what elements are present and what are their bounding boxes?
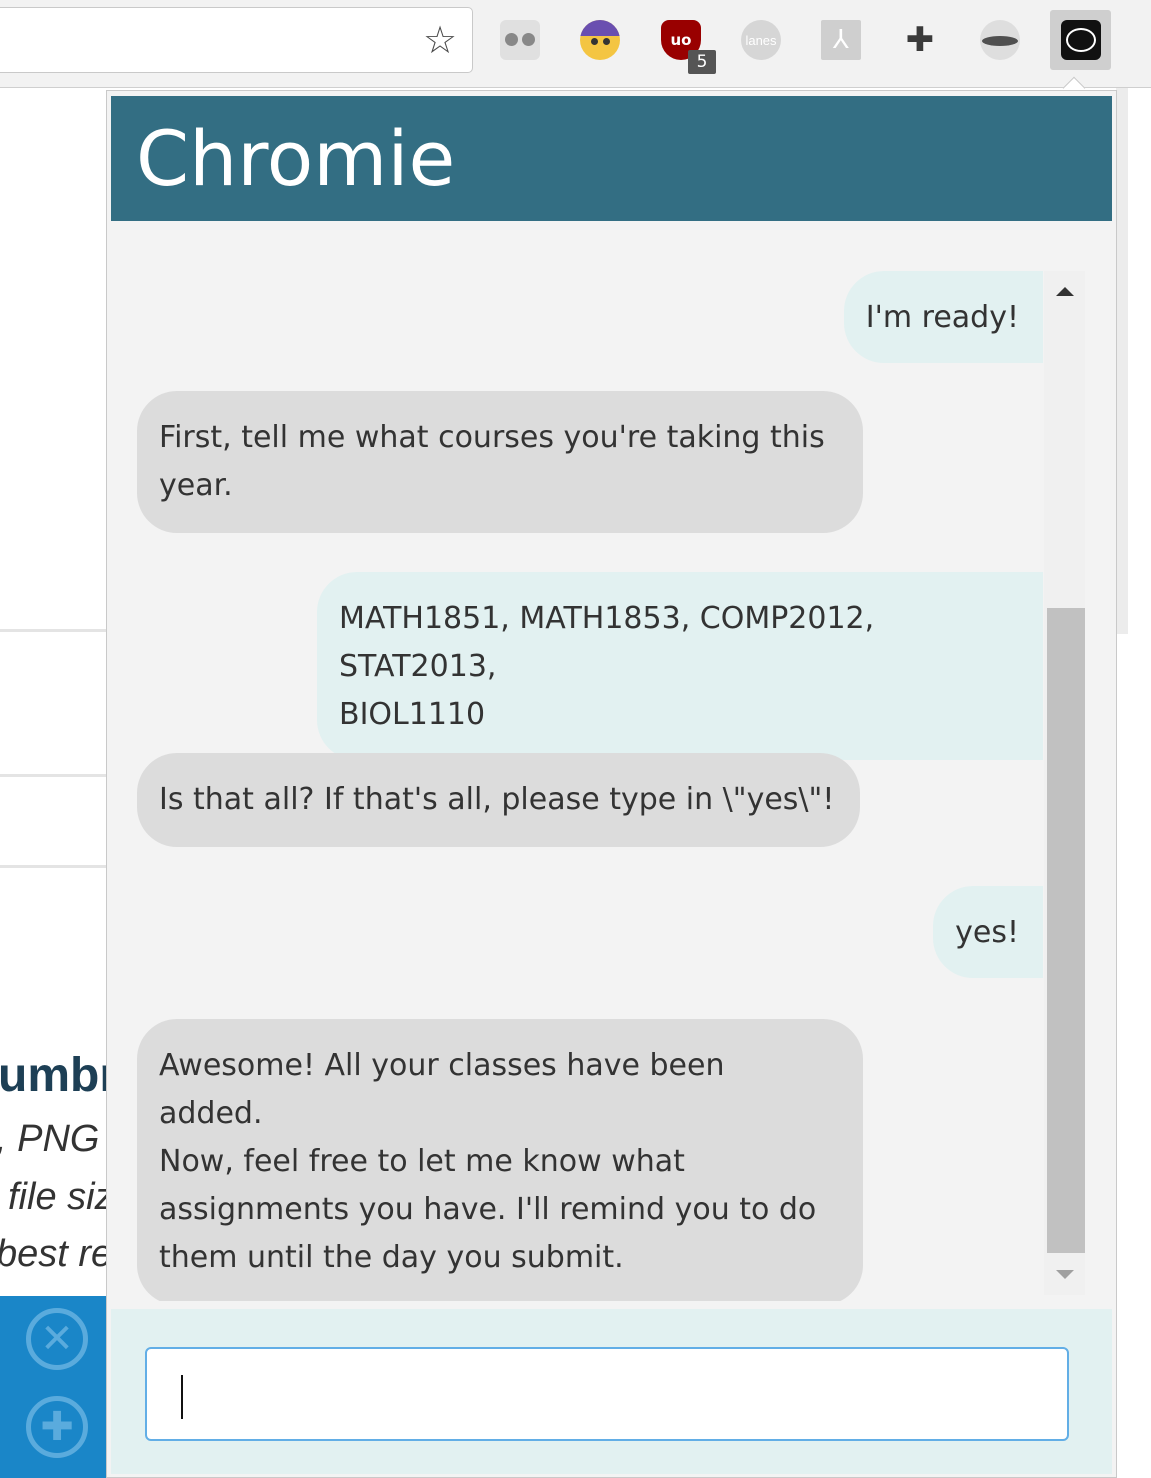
chat-input-area: [111, 1309, 1112, 1474]
scrollbar-thumb[interactable]: [1047, 608, 1085, 1253]
page-text-fragment: file siz: [8, 1176, 114, 1218]
text-cursor: [181, 1375, 183, 1419]
puzzle-extension-icon[interactable]: ✚: [900, 20, 940, 60]
star-icon[interactable]: ☆: [420, 20, 460, 60]
browser-toolbar: ☆ uo 5 lanes ⅄ ✚: [0, 0, 1151, 88]
chat-extension-icon[interactable]: [1050, 10, 1111, 70]
ublock-badge-count: 5: [688, 50, 716, 74]
smiley-extension-icon[interactable]: [580, 20, 620, 60]
crossed-tools-icon: ✕: [26, 1308, 88, 1370]
scroll-down-arrow-icon[interactable]: [1056, 1270, 1074, 1279]
user-message: yes!: [933, 886, 1043, 978]
address-bar[interactable]: [0, 7, 473, 73]
scroll-up-arrow-icon[interactable]: [1056, 287, 1074, 296]
divider: [0, 774, 110, 777]
message-list[interactable]: I'm ready! First, tell me what courses y…: [111, 271, 1043, 1301]
divider: [0, 629, 110, 632]
page-heading-fragment: umbr: [0, 1049, 118, 1102]
lanes-extension-icon[interactable]: lanes: [741, 20, 781, 60]
chat-title: Chromie: [136, 114, 456, 203]
bot-message: Awesome! All your classes have been adde…: [137, 1019, 863, 1301]
ghost-extension-icon[interactable]: [500, 20, 540, 60]
chat-input[interactable]: [145, 1347, 1069, 1441]
bot-message: First, tell me what courses you're takin…: [137, 391, 863, 533]
lanes-label: lanes: [745, 32, 777, 48]
user-message: I'm ready!: [843, 271, 1043, 363]
page-text-fragment: best re: [0, 1233, 113, 1275]
page-banner: ✕ ✚: [0, 1296, 110, 1478]
page-text-fragment: , PNG: [0, 1118, 100, 1160]
divider: [0, 865, 110, 868]
chat-header: Chromie: [111, 96, 1112, 221]
plus-tools-icon: ✚: [26, 1396, 88, 1458]
user-message: MATH1851, MATH1853, COMP2012, STAT2013, …: [317, 572, 1043, 760]
pdf-extension-icon[interactable]: ⅄: [821, 20, 861, 60]
page-edge: [1116, 88, 1128, 634]
mask-extension-icon[interactable]: [980, 20, 1020, 60]
message-scrollbar[interactable]: [1044, 271, 1085, 1295]
ublock-label: uo: [670, 31, 692, 49]
chromie-popup: Chromie I'm ready! First, tell me what c…: [106, 90, 1117, 1478]
bot-message: Is that all? If that's all, please type …: [137, 753, 861, 847]
